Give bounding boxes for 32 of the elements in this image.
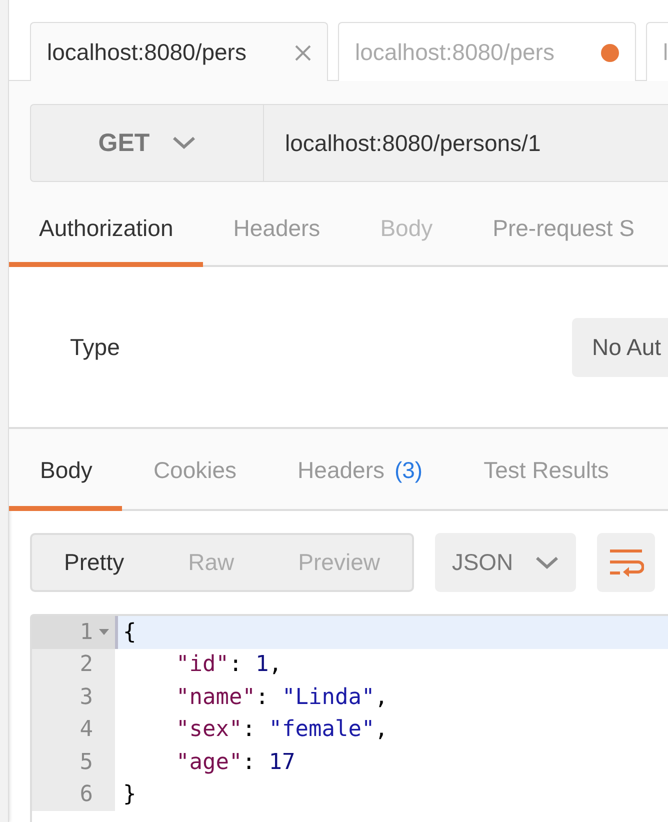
- line-number: 5: [80, 750, 93, 775]
- line-number: 3: [80, 684, 93, 710]
- format-dropdown[interactable]: JSON: [435, 533, 576, 592]
- view-mode-option[interactable]: Preview: [290, 545, 388, 580]
- type-label: Type: [69, 334, 121, 360]
- code-line: "id": 1,: [175, 652, 282, 678]
- line-number: 6: [80, 782, 93, 808]
- code-line: "age": 17: [175, 750, 296, 775]
- auth-type-dropdown[interactable]: No Aut: [572, 318, 668, 376]
- response-tab[interactable]: Body: [9, 457, 122, 511]
- line-number: 4: [80, 717, 93, 742]
- request-tab[interactable]: l: [646, 22, 668, 82]
- chevron-down-icon: [535, 556, 560, 570]
- code-line: "name": "Linda",: [175, 684, 388, 710]
- fold-arrow-icon[interactable]: [99, 629, 109, 636]
- request-tab[interactable]: localhost:8080/pers: [338, 22, 636, 82]
- line-number: 2: [80, 652, 93, 678]
- response-tab[interactable]: Cookies: [122, 457, 267, 511]
- wrap-lines-icon: [608, 548, 644, 578]
- view-mode-option[interactable]: Raw: [180, 545, 242, 580]
- code-line: }: [123, 782, 136, 808]
- code-line: {: [123, 620, 136, 645]
- wrap-lines-button[interactable]: [597, 533, 655, 592]
- code-line: "sex": "female",: [175, 717, 388, 742]
- close-icon[interactable]: [295, 44, 311, 60]
- section-tab[interactable]: Headers: [203, 215, 350, 267]
- line-number: 1: [80, 620, 93, 645]
- response-tab[interactable]: Test Results: [452, 457, 639, 511]
- response-tab[interactable]: Headers (3): [266, 457, 453, 511]
- section-tab[interactable]: Pre-request S: [462, 215, 665, 267]
- request-tab[interactable]: localhost:8080/pers: [30, 22, 328, 82]
- view-mode-option[interactable]: Pretty: [56, 545, 132, 580]
